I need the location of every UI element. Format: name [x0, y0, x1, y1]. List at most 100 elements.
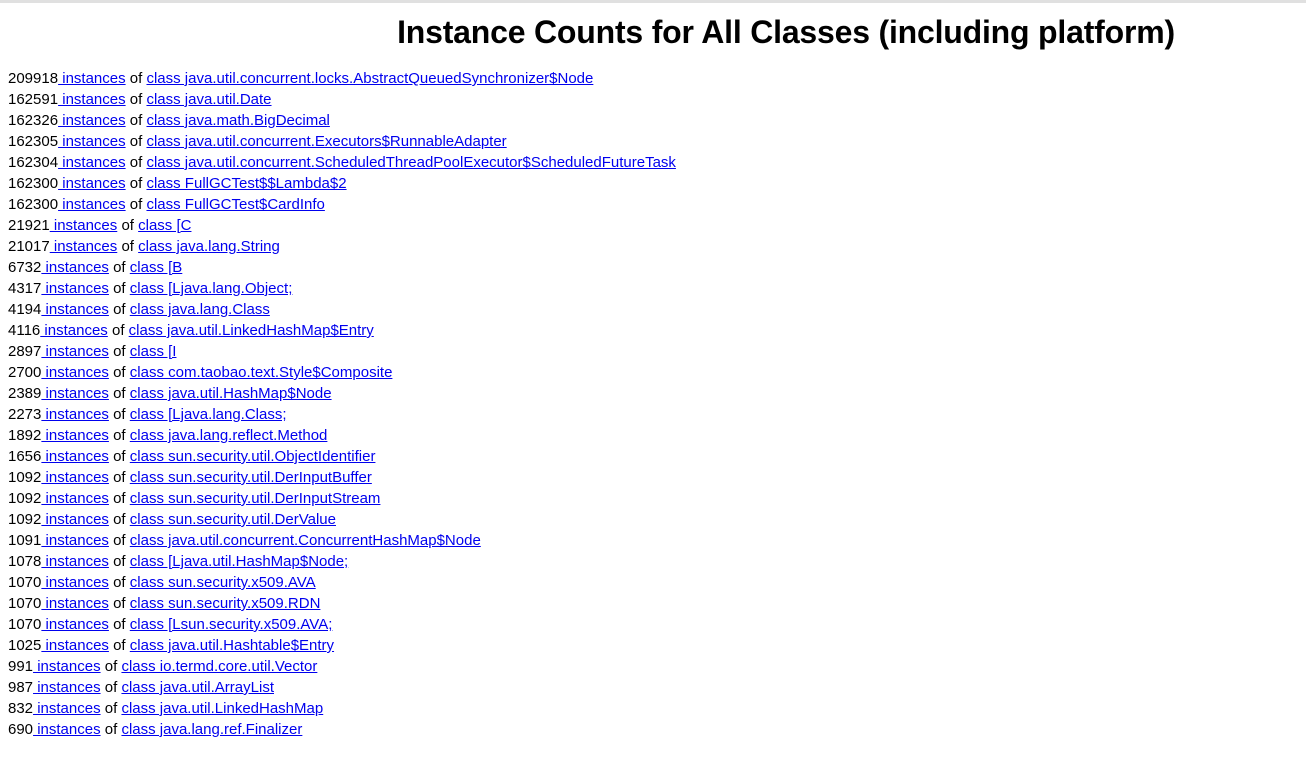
instance-count-value: 1092 [8, 469, 42, 486]
report-page: Instance Counts for All Classes (includi… [0, 14, 1306, 740]
instances-link[interactable]: instances [41, 427, 109, 444]
instance-count-row: 209918 instances of class java.util.conc… [8, 68, 1306, 89]
instance-count-value: 1078 [8, 553, 42, 570]
class-link[interactable]: class java.util.Hashtable$Entry [130, 637, 334, 654]
class-link[interactable]: class [I [130, 343, 177, 360]
instances-link[interactable]: instances [33, 721, 100, 738]
class-link[interactable]: class [Ljava.lang.Class; [130, 406, 287, 423]
instance-count-row: 2700 instances of class com.taobao.text.… [8, 362, 1306, 383]
instance-count-row: 6732 instances of class [B [8, 257, 1306, 278]
class-link[interactable]: class java.util.ArrayList [121, 679, 274, 696]
instance-count-row: 1070 instances of class sun.security.x50… [8, 572, 1306, 593]
row-connector-text: of [113, 259, 126, 276]
instances-link[interactable]: instances [41, 364, 109, 381]
class-link[interactable]: class java.lang.Class [130, 301, 270, 318]
instances-link[interactable]: instances [50, 238, 117, 255]
instance-count-row: 21017 instances of class java.lang.Strin… [8, 236, 1306, 257]
instances-link[interactable]: instances [58, 91, 125, 108]
instance-count-value: 162304 [8, 154, 59, 171]
class-link[interactable]: class java.util.concurrent.locks.Abstrac… [146, 70, 593, 87]
instance-count-value: 162591 [8, 91, 59, 108]
row-connector-text: of [104, 721, 118, 738]
class-link[interactable]: class java.lang.String [138, 238, 280, 255]
instance-count-row: 987 instances of class java.util.ArrayLi… [8, 677, 1306, 698]
instance-count-row: 162300 instances of class FullGCTest$$La… [8, 173, 1306, 194]
class-link[interactable]: class java.lang.ref.Finalizer [121, 721, 302, 738]
class-link[interactable]: class io.termd.core.util.Vector [121, 658, 317, 675]
class-link[interactable]: class sun.security.util.DerValue [130, 511, 336, 528]
instance-count-value: 162326 [8, 112, 59, 129]
class-link[interactable]: class java.util.Date [146, 91, 271, 108]
class-link[interactable]: class java.math.BigDecimal [146, 112, 329, 129]
row-connector-text: of [113, 427, 126, 444]
class-link[interactable]: class sun.security.x509.RDN [130, 595, 321, 612]
instance-count-value: 1025 [8, 637, 42, 654]
instances-link[interactable]: instances [58, 175, 125, 192]
instances-link[interactable]: instances [41, 259, 109, 276]
instances-link[interactable]: instances [41, 469, 109, 486]
row-connector-text: of [129, 154, 143, 171]
class-link[interactable]: class [Lsun.security.x509.AVA; [130, 616, 333, 633]
instances-link[interactable]: instances [41, 280, 109, 297]
class-link[interactable]: class sun.security.x509.AVA [130, 574, 316, 591]
class-link[interactable]: class [B [130, 259, 183, 276]
row-connector-text: of [113, 574, 126, 591]
class-link[interactable]: class sun.security.util.DerInputBuffer [130, 469, 372, 486]
instance-count-value: 1656 [8, 448, 42, 465]
instances-link[interactable]: instances [41, 385, 109, 402]
row-connector-text: of [113, 532, 126, 549]
instance-count-list: 209918 instances of class java.util.conc… [0, 68, 1306, 740]
instances-link[interactable]: instances [41, 574, 109, 591]
class-link[interactable]: class FullGCTest$$Lambda$2 [146, 175, 346, 192]
class-link[interactable]: class sun.security.util.DerInputStream [130, 490, 381, 507]
instances-link[interactable]: instances [58, 133, 125, 150]
instances-link[interactable]: instances [41, 595, 109, 612]
instances-link[interactable]: instances [58, 154, 125, 171]
class-link[interactable]: class java.util.concurrent.Executors$Run… [146, 133, 506, 150]
instance-count-row: 162300 instances of class FullGCTest$Car… [8, 194, 1306, 215]
instances-link[interactable]: instances [41, 532, 109, 549]
class-link[interactable]: class java.util.LinkedHashMap [121, 700, 323, 717]
class-link[interactable]: class java.util.LinkedHashMap$Entry [129, 322, 374, 339]
instances-link[interactable]: instances [41, 301, 109, 318]
instances-link[interactable]: instances [41, 616, 109, 633]
class-link[interactable]: class java.util.concurrent.ScheduledThre… [146, 154, 675, 171]
instances-link[interactable]: instances [58, 196, 125, 213]
row-connector-text: of [113, 301, 126, 318]
instances-link[interactable]: instances [33, 679, 100, 696]
instance-count-row: 2897 instances of class [I [8, 341, 1306, 362]
class-link[interactable]: class [Ljava.lang.Object; [130, 280, 293, 297]
class-link[interactable]: class java.util.concurrent.ConcurrentHas… [130, 532, 481, 549]
row-connector-text: of [111, 322, 125, 339]
instances-link[interactable]: instances [41, 553, 109, 570]
class-link[interactable]: class [Ljava.util.HashMap$Node; [130, 553, 348, 570]
instances-link[interactable]: instances [41, 343, 109, 360]
instance-count-value: 4194 [8, 301, 42, 318]
row-connector-text: of [113, 553, 126, 570]
instance-count-value: 832 [8, 700, 34, 717]
instances-link[interactable]: instances [41, 490, 109, 507]
instances-link[interactable]: instances [41, 637, 109, 654]
class-link[interactable]: class [C [138, 217, 191, 234]
row-connector-text: of [113, 469, 126, 486]
instances-link[interactable]: instances [58, 112, 125, 129]
instance-count-value: 1070 [8, 574, 42, 591]
class-link[interactable]: class java.lang.reflect.Method [130, 427, 328, 444]
instances-link[interactable]: instances [33, 700, 100, 717]
instances-link[interactable]: instances [41, 511, 109, 528]
instances-link[interactable]: instances [58, 70, 125, 87]
instances-link[interactable]: instances [50, 217, 117, 234]
instance-count-value: 4116 [8, 322, 41, 339]
class-link[interactable]: class java.util.HashMap$Node [130, 385, 332, 402]
instances-link[interactable]: instances [41, 448, 109, 465]
row-connector-text: of [121, 238, 134, 255]
class-link[interactable]: class sun.security.util.ObjectIdentifier [130, 448, 376, 465]
row-connector-text: of [113, 406, 126, 423]
instances-link[interactable]: instances [33, 658, 100, 675]
instances-link[interactable]: instances [40, 322, 107, 339]
instance-count-value: 1092 [8, 490, 42, 507]
class-link[interactable]: class com.taobao.text.Style$Composite [130, 364, 393, 381]
instances-link[interactable]: instances [41, 406, 109, 423]
class-link[interactable]: class FullGCTest$CardInfo [146, 196, 324, 213]
instance-count-row: 4116 instances of class java.util.Linked… [8, 320, 1306, 341]
